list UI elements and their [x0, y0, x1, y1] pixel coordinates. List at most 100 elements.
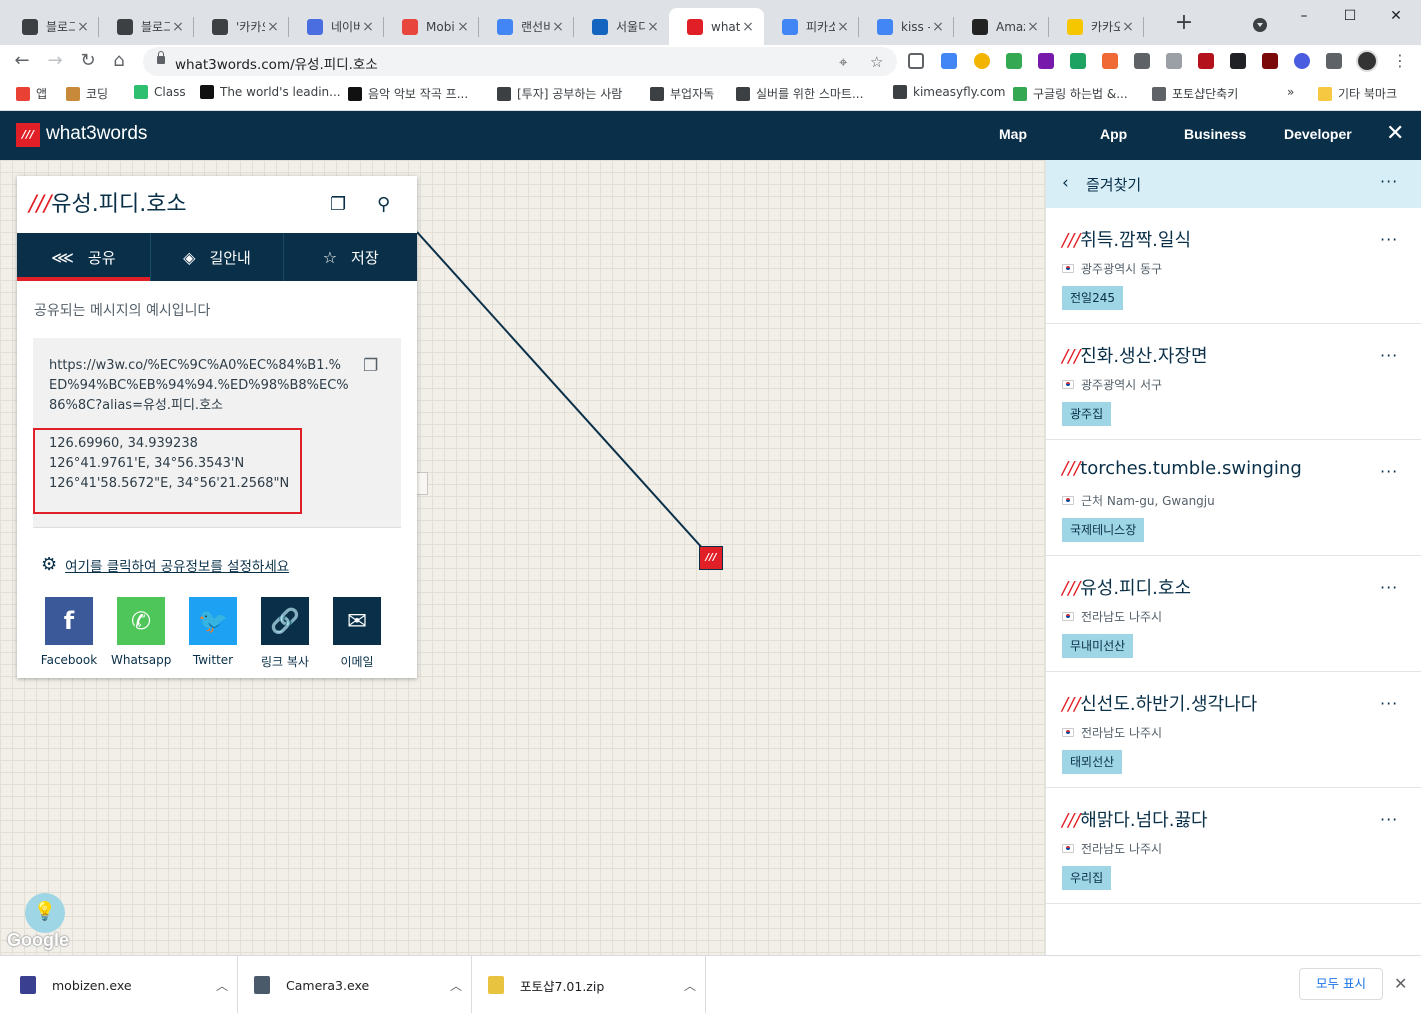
tab-close-icon[interactable]: × — [75, 19, 91, 35]
tab-close-icon[interactable]: × — [455, 19, 471, 35]
more-options-icon[interactable]: ··· — [1380, 462, 1398, 481]
favorite-tag[interactable]: 태뫼선산 — [1062, 750, 1123, 774]
favorite-address[interactable]: ///torches.tumble.swinging — [1062, 458, 1302, 479]
share-link[interactable]: https://w3w.co/%EC%9C%A0%EC%84%B1.%ED%94… — [49, 356, 349, 416]
download-item[interactable]: Camera3.exe ︿ — [238, 956, 472, 1013]
favorite-address[interactable]: ///진화.생산.자장면 — [1062, 342, 1208, 368]
profile-icon[interactable] — [1134, 53, 1150, 69]
more-options-icon[interactable]: ··· — [1380, 346, 1398, 365]
nav-developer[interactable]: Developer — [1284, 126, 1352, 142]
browser-tab[interactable]: 블로그 × — [4, 8, 99, 45]
chrome-menu-icon[interactable]: ⋮ — [1392, 51, 1408, 70]
bookmark-item[interactable]: 음악 악보 작곡 프... — [348, 85, 468, 102]
tab-close-icon[interactable]: × — [360, 19, 376, 35]
profile-avatar[interactable] — [1356, 50, 1378, 72]
map-pin-icon[interactable]: /// — [699, 546, 723, 570]
browser-tab[interactable]: what3× — [669, 8, 764, 45]
extensions-puzzle-icon[interactable] — [1326, 53, 1342, 69]
tab-close-icon[interactable]: × — [740, 19, 756, 35]
tab-close-icon[interactable]: × — [1025, 19, 1041, 35]
bookmark-item[interactable]: The world's leadin... — [200, 85, 341, 99]
copy-icon[interactable]: ❐ — [330, 194, 346, 215]
w3w-logo-icon[interactable]: /// — [16, 123, 40, 147]
location-icon[interactable]: ⌖ — [839, 53, 847, 71]
nav-app[interactable]: App — [1100, 126, 1127, 142]
close-icon[interactable]: ✕ — [1386, 121, 1404, 146]
chevron-left-icon[interactable]: ‹ — [1062, 173, 1069, 193]
extension-icon[interactable] — [974, 53, 990, 69]
vpn-icon[interactable] — [1294, 53, 1310, 69]
more-options-icon[interactable]: ··· — [1380, 810, 1398, 829]
new-tab-button[interactable]: + — [1172, 12, 1196, 36]
translate-icon[interactable] — [941, 53, 957, 69]
more-options-icon[interactable]: ··· — [1380, 230, 1398, 249]
share-mail-button[interactable]: ✉ 이메일 — [327, 597, 387, 670]
tab-close-icon[interactable]: × — [265, 19, 281, 35]
tab-close-icon[interactable]: × — [930, 19, 946, 35]
tab-close-icon[interactable]: × — [835, 19, 851, 35]
nav-business[interactable]: Business — [1184, 126, 1246, 142]
favorite-item[interactable]: ///진화.생산.자장면 광주광역시 서구 광주집 ··· — [1046, 324, 1421, 440]
pocket-icon[interactable] — [908, 53, 924, 69]
chevron-up-icon[interactable]: ︿ — [441, 977, 471, 994]
bookmark-star-icon[interactable]: ☆ — [870, 53, 883, 71]
favorite-item[interactable]: ///해맑다.넘다.끓다 전라남도 나주시 우리집 ··· — [1046, 788, 1421, 904]
favorite-tag[interactable]: 무내미선산 — [1062, 634, 1134, 658]
layout-icon[interactable] — [1102, 53, 1118, 69]
maximize-button[interactable]: ☐ — [1327, 5, 1373, 27]
more-options-icon[interactable]: ··· — [1380, 694, 1398, 713]
url-text[interactable]: what3words.com/유성.피디.호소 — [175, 53, 378, 73]
lightbulb-icon[interactable]: 💡 — [25, 893, 65, 933]
tab-search-icon[interactable] — [1253, 18, 1267, 32]
browser-tab[interactable]: kiss - × — [859, 8, 954, 45]
browser-tab[interactable]: 랜선비 × — [479, 8, 574, 45]
forward-icon[interactable]: → — [43, 49, 67, 73]
minimize-button[interactable]: – — [1281, 5, 1327, 27]
sheet-icon[interactable] — [1070, 53, 1086, 69]
more-options-icon[interactable]: ··· — [1380, 578, 1398, 597]
download-item[interactable]: 포토샵7.01.zip ︿ — [472, 956, 706, 1013]
bookmark-item[interactable]: 앱 — [16, 85, 47, 102]
back-icon[interactable]: ← — [10, 49, 34, 73]
bookmarks-overflow-button[interactable]: » — [1287, 85, 1294, 99]
share-whatsapp-button[interactable]: ✆ Whatsapp — [111, 597, 171, 667]
favorite-item[interactable]: ///취득.깜짝.일식 광주광역시 동구 전일245 ··· — [1046, 208, 1421, 324]
browser-tab[interactable]: 블로그 × — [99, 8, 194, 45]
browser-tab[interactable]: 서울디 × — [574, 8, 669, 45]
browser-tab[interactable]: 피카소 × — [764, 8, 859, 45]
address-bar[interactable]: what3words.com/유성.피디.호소 ⌖ ☆ — [143, 47, 897, 76]
favorite-address[interactable]: ///취득.깜짝.일식 — [1062, 226, 1191, 252]
close-download-bar-icon[interactable]: ✕ — [1394, 974, 1407, 993]
chevron-up-icon[interactable]: ︿ — [675, 977, 705, 994]
favorite-tag[interactable]: 전일245 — [1062, 286, 1123, 310]
search-icon[interactable]: ⚲ — [377, 194, 390, 215]
bookmark-item[interactable]: [투자] 공부하는 사람 — [497, 85, 622, 102]
copy-message-icon[interactable]: ❐ — [363, 356, 378, 376]
browser-tab[interactable]: Mobiz× — [384, 8, 479, 45]
favorite-tag[interactable]: 광주집 — [1062, 402, 1112, 426]
browser-tab[interactable]: '카카오× — [194, 8, 289, 45]
tab-close-icon[interactable]: × — [1120, 19, 1136, 35]
tab-share[interactable]: ⋘ 공유 — [17, 233, 151, 281]
capture-icon[interactable] — [1230, 53, 1246, 69]
bookmark-item[interactable]: 코딩 — [66, 85, 108, 102]
tool-icon[interactable] — [1262, 53, 1278, 69]
tab-close-icon[interactable]: × — [550, 19, 566, 35]
onenote-icon[interactable] — [1038, 53, 1054, 69]
bookmark-item[interactable]: 구글링 하는법 &... — [1013, 85, 1128, 102]
share-facebook-button[interactable]: f Facebook — [39, 597, 99, 667]
favorite-item[interactable]: ///유성.피디.호소 전라남도 나주시 무내미선산 ··· — [1046, 556, 1421, 672]
favorite-tag[interactable]: 국제테니스장 — [1062, 518, 1145, 542]
ublock-icon[interactable] — [1198, 53, 1214, 69]
other-bookmarks-folder[interactable]: 기타 북마크 — [1318, 85, 1397, 102]
bookmark-item[interactable]: 실버를 위한 스마트... — [736, 85, 863, 102]
share-link-button[interactable]: 🔗 링크 복사 — [255, 597, 315, 670]
browser-tab[interactable]: Amaz× — [954, 8, 1049, 45]
browser-tab[interactable]: 카카오 × — [1049, 8, 1144, 45]
home-icon[interactable]: ⌂ — [107, 49, 131, 73]
favorite-address[interactable]: ///해맑다.넘다.끓다 — [1062, 806, 1208, 832]
share-twitter-button[interactable]: 🐦 Twitter — [183, 597, 243, 667]
favorite-address[interactable]: ///유성.피디.호소 — [1062, 574, 1191, 600]
share-settings-link[interactable]: ⚙ 여기를 클릭하여 공유정보를 설정하세요 — [41, 554, 289, 575]
tab-close-icon[interactable]: × — [645, 19, 661, 35]
